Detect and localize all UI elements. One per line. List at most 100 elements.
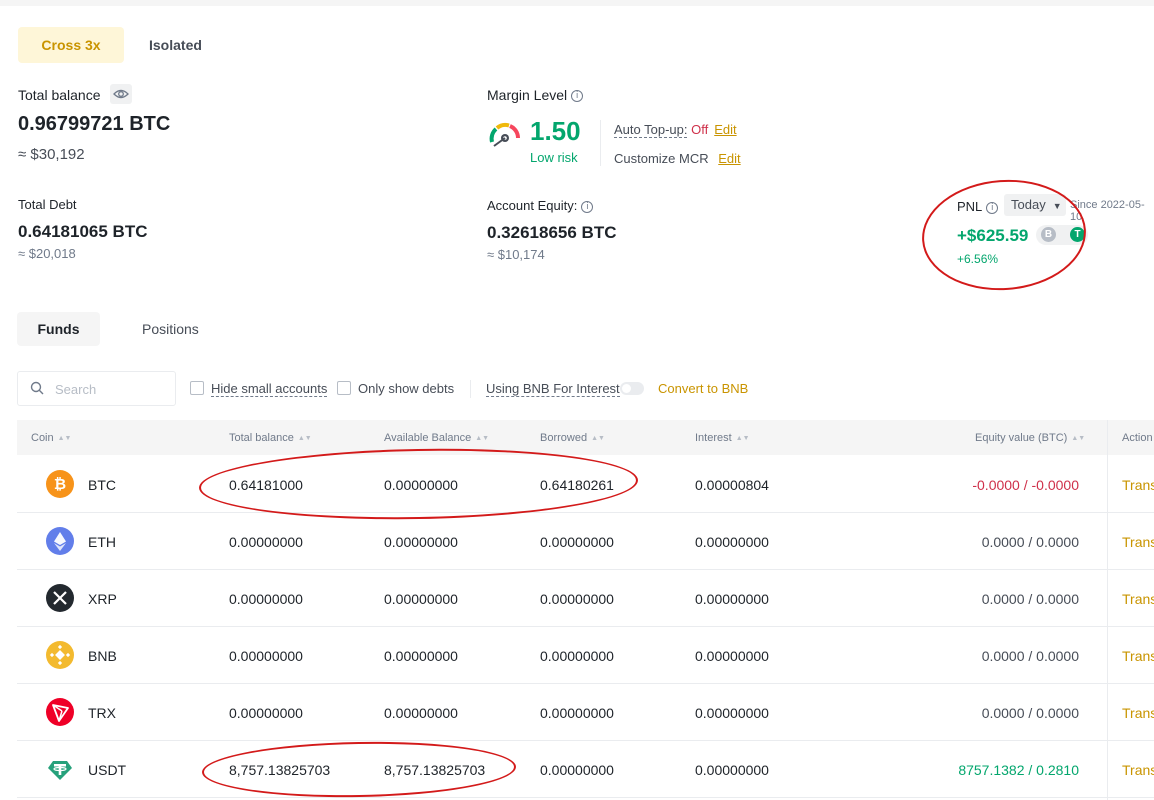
- available-balance-cell: 0.00000000: [384, 591, 458, 607]
- tab-cross[interactable]: Cross 3x: [18, 27, 124, 63]
- convert-to-bnb-link[interactable]: Convert to BNB: [658, 381, 748, 396]
- bnb-interest-label: Using BNB For Interest: [486, 381, 620, 397]
- search-icon: [30, 381, 44, 395]
- interest-cell: 0.00000000: [695, 705, 769, 721]
- total-debt-label: Total Debt: [18, 197, 77, 212]
- info-icon[interactable]: i: [571, 90, 584, 103]
- margin-risk: Low risk: [530, 150, 578, 165]
- eye-icon[interactable]: [110, 84, 132, 104]
- total-debt-btc: 0.64181065 BTC: [18, 222, 148, 241]
- only-debts-checkbox[interactable]: [337, 381, 351, 395]
- only-debts-label[interactable]: Only show debts: [358, 381, 454, 396]
- header-action: Action: [1122, 432, 1153, 444]
- top-divider: [0, 0, 1154, 6]
- coin-name: TRX: [88, 705, 116, 721]
- pnl-since: Since 2022-05-10: [1070, 199, 1145, 223]
- total-balance-cell: 0.00000000: [229, 591, 303, 607]
- eth-coin-icon: [46, 527, 74, 555]
- header-borrowed[interactable]: Borrowed ▲▼: [540, 432, 605, 444]
- coin-name: XRP: [88, 591, 117, 607]
- coin-name: USDT: [88, 762, 127, 778]
- total-balance-label: Total balance: [18, 87, 101, 103]
- sort-icon: ▲▼: [57, 434, 72, 442]
- available-balance-cell: 0.00000000: [384, 477, 458, 493]
- equity-cell: 8757.1382 / 0.2810: [958, 762, 1079, 778]
- available-balance-cell: 0.00000000: [384, 705, 458, 721]
- usdt-unit-icon[interactable]: T: [1070, 227, 1085, 242]
- header-available-balance[interactable]: Available Balance ▲▼: [384, 432, 489, 444]
- equity-cell: 0.0000 / 0.0000: [981, 705, 1079, 721]
- total-balance-cell: 0.00000000: [229, 648, 303, 664]
- total-balance-btc: 0.96799721 BTC: [18, 113, 171, 135]
- info-icon[interactable]: i: [581, 200, 594, 213]
- toggle-knob: [622, 384, 631, 393]
- sort-icon: ▲▼: [1071, 434, 1086, 442]
- sort-icon: ▲▼: [735, 434, 750, 442]
- trx-coin-icon: [46, 698, 74, 726]
- tab-isolated[interactable]: Isolated: [124, 27, 227, 63]
- header-equity-value[interactable]: Equity value (BTC) ▲▼: [975, 432, 1085, 444]
- auto-topup: Auto Top-up: Off Edit: [614, 122, 737, 138]
- xrp-coin-icon: [46, 584, 74, 612]
- row-divider: [17, 740, 1154, 741]
- margin-level-value: 1.50: [530, 116, 581, 146]
- header-interest[interactable]: Interest ▲▼: [695, 432, 750, 444]
- pnl-period-select[interactable]: Today ▼: [1004, 194, 1066, 216]
- available-balance-cell: 8,757.13825703: [384, 762, 486, 778]
- transfer-link[interactable]: Trans: [1122, 762, 1154, 778]
- header-total-balance[interactable]: Total balance ▲▼: [229, 432, 312, 444]
- tab-funds[interactable]: Funds: [17, 312, 100, 346]
- pnl-value: +$625.59: [957, 226, 1029, 245]
- interest-cell: 0.00000000: [695, 648, 769, 664]
- header-coin[interactable]: Coin ▲▼: [31, 432, 71, 444]
- mcr-edit-link[interactable]: Edit: [718, 151, 740, 166]
- borrowed-cell: 0.00000000: [540, 591, 614, 607]
- tab-positions[interactable]: Positions: [142, 312, 199, 346]
- available-balance-cell: 0.00000000: [384, 534, 458, 550]
- transfer-link[interactable]: Trans: [1122, 534, 1154, 550]
- row-divider: [17, 626, 1154, 627]
- caret-down-icon: ▼: [1052, 201, 1062, 211]
- sort-icon: ▲▼: [591, 434, 605, 442]
- transfer-link[interactable]: Trans: [1122, 591, 1154, 607]
- account-equity-usd: ≈ $10,174: [487, 247, 545, 262]
- pnl-percent: +6.56%: [957, 252, 999, 266]
- row-divider: [17, 683, 1154, 684]
- borrowed-cell: 0.00000000: [540, 705, 614, 721]
- btc-coin-icon: ₿: [46, 470, 74, 498]
- transfer-link[interactable]: Trans: [1122, 648, 1154, 664]
- divider: [600, 120, 601, 166]
- svg-text:₿: ₿: [54, 475, 66, 493]
- interest-cell: 0.00000804: [695, 477, 769, 493]
- info-icon[interactable]: i: [986, 201, 999, 214]
- customize-mcr: Customize MCR Edit: [614, 151, 741, 166]
- row-divider: [17, 569, 1154, 570]
- auto-topup-edit-link[interactable]: Edit: [714, 122, 736, 137]
- pnl-label: PNL i: [957, 199, 999, 214]
- equity-cell: -0.0000 / -0.0000: [972, 477, 1079, 493]
- borrowed-cell: 0.00000000: [540, 648, 614, 664]
- interest-cell: 0.00000000: [695, 591, 769, 607]
- coin-name: ETH: [88, 534, 116, 550]
- search-placeholder: Search: [55, 382, 97, 397]
- total-debt-usd: ≈ $20,018: [18, 246, 76, 261]
- total-balance-cell: 0.00000000: [229, 534, 303, 550]
- total-balance-cell: 0.00000000: [229, 705, 303, 721]
- interest-cell: 0.00000000: [695, 762, 769, 778]
- bnb-coin-icon: [46, 641, 74, 669]
- borrowed-cell: 0.00000000: [540, 762, 614, 778]
- btc-unit-icon[interactable]: B: [1041, 227, 1056, 242]
- column-divider: [1107, 420, 1108, 800]
- coin-name: BTC: [88, 477, 116, 493]
- borrowed-cell: 0.64180261: [540, 477, 614, 493]
- gauge-icon: [487, 120, 523, 156]
- sort-icon: ▲▼: [297, 434, 312, 442]
- equity-cell: 0.0000 / 0.0000: [981, 648, 1079, 664]
- hide-small-label[interactable]: Hide small accounts: [211, 381, 328, 397]
- transfer-link[interactable]: Trans: [1122, 705, 1154, 721]
- divider: [470, 380, 471, 398]
- coin-name: BNB: [88, 648, 117, 664]
- transfer-link[interactable]: Trans: [1122, 477, 1154, 493]
- hide-small-checkbox[interactable]: [190, 381, 204, 395]
- margin-level-label: Margin Level i: [487, 87, 584, 103]
